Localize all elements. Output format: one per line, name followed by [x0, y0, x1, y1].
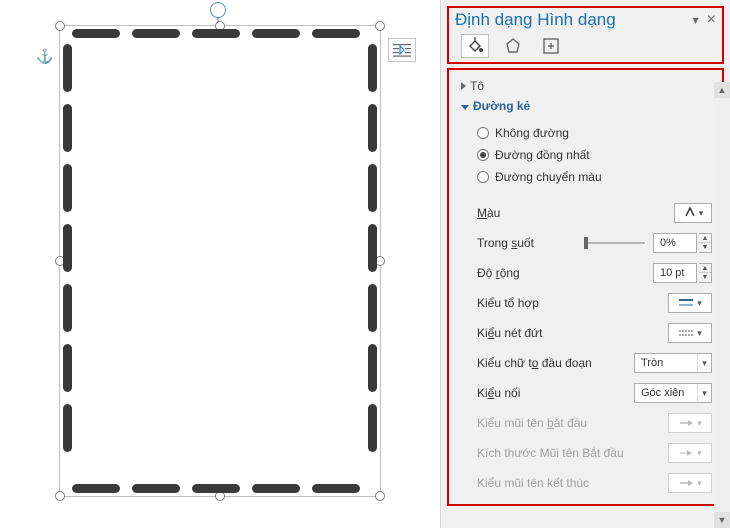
width-input[interactable]: 10 pt	[653, 263, 697, 283]
transparency-spinner[interactable]: ▲▼	[699, 233, 712, 253]
radio-no-line[interactable]: Không đường	[477, 122, 722, 144]
prop-join: Kiểu nối Góc xiên▾	[477, 378, 712, 408]
prop-dash: Kiểu nét đứt ▾	[477, 318, 712, 348]
panel-dropdown-icon[interactable]: ▾	[693, 13, 699, 27]
resize-handle-bl[interactable]	[55, 491, 65, 501]
format-shape-panel: Định dạng Hình dạng ▾ × Tô Đường kẻ Khôn…	[440, 0, 730, 528]
cap-type-select[interactable]: Tròn▾	[634, 353, 712, 373]
radio-solid-line[interactable]: Đường đồng nhất	[477, 144, 722, 166]
resize-handle-br[interactable]	[375, 491, 385, 501]
transparency-slider[interactable]	[587, 242, 645, 244]
tab-layout[interactable]	[537, 34, 565, 58]
section-line[interactable]: Đường kẻ	[449, 96, 722, 116]
prop-compound: Kiểu tổ hợp ▾	[477, 288, 712, 318]
join-type-select[interactable]: Góc xiên▾	[634, 383, 712, 403]
section-fill[interactable]: Tô	[449, 76, 722, 96]
scrollbar[interactable]: ▲ ▼	[714, 82, 730, 528]
anchor-icon: ⚓	[36, 48, 53, 65]
prop-begin-arrow: Kiểu mũi tên bắt đầu ▾	[477, 408, 712, 438]
tab-effects[interactable]	[499, 34, 527, 58]
prop-begin-arrow-size: Kích thước Mũi tên Bắt đầu ▾	[477, 438, 712, 468]
prop-cap: Kiểu chữ to đầu đoạn Tròn▾	[477, 348, 712, 378]
dash-type-button[interactable]: ▾	[668, 323, 712, 343]
layout-options-button[interactable]	[388, 38, 416, 62]
rotate-handle[interactable]	[210, 2, 226, 18]
tab-fill-line[interactable]	[461, 34, 489, 58]
end-arrow-button: ▾	[668, 473, 712, 493]
begin-arrow-button: ▾	[668, 413, 712, 433]
width-spinner[interactable]: ▲▼	[699, 263, 712, 283]
prop-transparency: Trong suốt 0% ▲▼	[477, 228, 712, 258]
panel-header-box: Định dạng Hình dạng ▾ ×	[447, 6, 724, 64]
resize-handle-tl[interactable]	[55, 21, 65, 31]
compound-type-button[interactable]: ▾	[668, 293, 712, 313]
prop-width: Độ rộng 10 pt ▲▼	[477, 258, 712, 288]
color-picker-button[interactable]: ▾	[674, 203, 712, 223]
radio-gradient-line[interactable]: Đường chuyển màu	[477, 166, 722, 188]
selected-shape[interactable]	[60, 26, 380, 496]
prop-color: Màu ▾	[477, 198, 712, 228]
transparency-input[interactable]: 0%	[653, 233, 697, 253]
begin-arrow-size-button: ▾	[668, 443, 712, 463]
panel-title: Định dạng Hình dạng	[455, 10, 616, 30]
scroll-up-icon[interactable]: ▲	[714, 82, 730, 98]
resize-handle-tr[interactable]	[375, 21, 385, 31]
document-canvas[interactable]: ⚓	[0, 0, 440, 528]
scroll-down-icon[interactable]: ▼	[714, 512, 730, 528]
properties-box: Tô Đường kẻ Không đường Đường đồng nhất …	[447, 68, 724, 506]
prop-end-arrow: Kiểu mũi tên kết thúc ▾	[477, 468, 712, 498]
panel-close-icon[interactable]: ×	[707, 11, 716, 29]
